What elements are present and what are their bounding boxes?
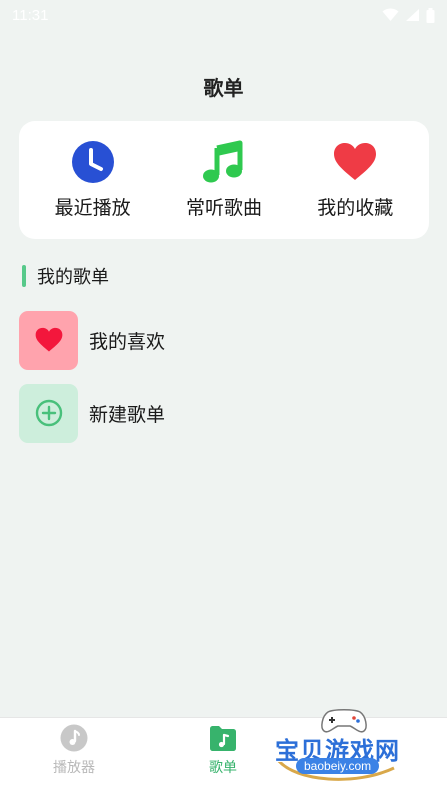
frequent-songs-label: 常听歌曲 bbox=[185, 197, 262, 219]
my-playlists-header: 我的歌单 bbox=[22, 264, 109, 288]
frequent-songs-button[interactable]: 常听歌曲 bbox=[164, 140, 284, 220]
watermark-url: baobeiy.com bbox=[296, 758, 380, 774]
signal-icon bbox=[406, 9, 419, 21]
battery-icon bbox=[426, 7, 435, 23]
status-time: 11:31 bbox=[12, 6, 49, 24]
my-favorites-button[interactable]: 我的收藏 bbox=[295, 140, 415, 220]
watermark-logo: 宝贝游戏网 baobeiy.com bbox=[272, 706, 422, 790]
status-icons bbox=[382, 7, 435, 23]
nav-playlist-label: 歌单 bbox=[209, 760, 237, 776]
recent-play-button[interactable]: 最近播放 bbox=[33, 140, 153, 220]
music-note-icon bbox=[202, 140, 246, 184]
clock-icon bbox=[71, 140, 115, 184]
playlist-label: 我的喜欢 bbox=[89, 330, 166, 353]
playlist-item-my-likes[interactable]: 我的喜欢 bbox=[19, 310, 319, 370]
page-title: 歌单 bbox=[203, 76, 244, 100]
nav-player-label: 播放器 bbox=[53, 760, 95, 776]
playlist-label: 新建歌单 bbox=[89, 403, 166, 426]
section-title: 我的歌单 bbox=[37, 267, 109, 288]
heart-icon bbox=[333, 140, 377, 184]
nav-playlist-tab[interactable]: 歌单 bbox=[178, 724, 268, 777]
music-disc-icon bbox=[60, 724, 88, 752]
quick-actions-card: 最近播放 常听歌曲 我的收藏 bbox=[19, 121, 429, 239]
section-accent-bar bbox=[22, 265, 26, 287]
wifi-icon bbox=[382, 8, 399, 21]
playlist-thumb bbox=[19, 310, 78, 370]
playlist-thumb bbox=[19, 383, 78, 443]
recent-play-label: 最近播放 bbox=[54, 197, 131, 219]
create-playlist-button[interactable]: 新建歌单 bbox=[19, 383, 319, 443]
my-favorites-label: 我的收藏 bbox=[317, 197, 394, 219]
heart-icon bbox=[35, 327, 62, 352]
nav-player-tab[interactable]: 播放器 bbox=[29, 724, 119, 777]
plus-circle-icon bbox=[35, 399, 62, 427]
playlist-folder-icon bbox=[210, 726, 236, 751]
status-bar: 11:31 bbox=[0, 0, 447, 30]
